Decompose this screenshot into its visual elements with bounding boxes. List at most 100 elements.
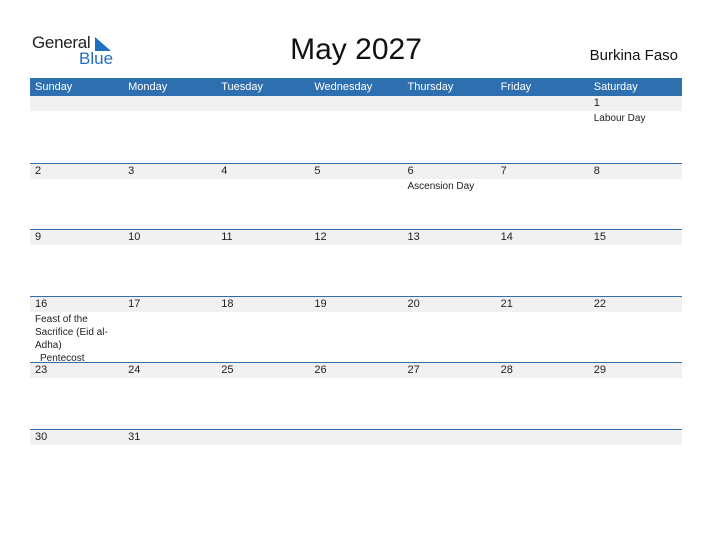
day-number bbox=[408, 430, 496, 445]
day-cell bbox=[589, 430, 682, 496]
day-number: 24 bbox=[128, 364, 141, 377]
day-number: 16 bbox=[35, 297, 48, 310]
day-cell: 13 bbox=[403, 230, 496, 296]
day-number: 4 bbox=[221, 164, 228, 177]
day-cell: 15 bbox=[589, 230, 682, 296]
week-row: 1 Labour Day bbox=[30, 96, 682, 163]
week-row: 16 Feast of the Sacrifice (Eid al-Adha) Pe… bbox=[30, 295, 682, 364]
day-number: 1 bbox=[593, 97, 600, 109]
day-cell: 25 bbox=[216, 363, 309, 429]
weekday-wednesday: Wednesday bbox=[314, 81, 373, 93]
day-cell: 26 bbox=[309, 363, 402, 429]
day-number: 30 bbox=[35, 430, 48, 443]
day-cell bbox=[216, 430, 309, 496]
day-cell: 30 bbox=[30, 430, 123, 496]
day-number bbox=[501, 96, 589, 111]
day-cell: 17 bbox=[123, 297, 216, 363]
day-number: 5 bbox=[314, 164, 321, 177]
day-cell: 19 bbox=[309, 297, 402, 363]
day-number: 20 bbox=[407, 297, 420, 310]
weekday-thursday: Thursday bbox=[407, 81, 454, 93]
day-cell: 2 bbox=[30, 164, 123, 230]
day-number bbox=[501, 430, 589, 445]
day-cell: 8 bbox=[589, 164, 682, 230]
day-number: 25 bbox=[221, 364, 234, 377]
day-number: 19 bbox=[314, 297, 327, 310]
day-number: 31 bbox=[128, 430, 141, 443]
day-cell bbox=[403, 430, 496, 496]
day-number: 12 bbox=[314, 231, 327, 244]
day-number: 8 bbox=[593, 164, 600, 177]
day-cell: 11 bbox=[216, 230, 309, 296]
day-cell: 5 bbox=[309, 164, 402, 230]
day-number bbox=[221, 430, 309, 445]
day-cell: 9 bbox=[30, 230, 123, 296]
day-cell bbox=[216, 96, 309, 163]
day-cell: 10 bbox=[123, 230, 216, 296]
day-cell bbox=[309, 430, 402, 496]
country-name: Burkina Faso bbox=[589, 47, 678, 64]
day-number: 14 bbox=[500, 231, 513, 244]
day-number: 7 bbox=[500, 164, 507, 177]
day-cell: 12 bbox=[309, 230, 402, 296]
day-number: 22 bbox=[593, 297, 606, 310]
day-cell: 24 bbox=[123, 363, 216, 429]
weekday-monday: Monday bbox=[128, 81, 168, 93]
week-row: 23 24 25 26 27 28 29 bbox=[30, 362, 682, 429]
holiday-label: Feast of the Sacrifice (Eid al-Adha) bbox=[35, 313, 108, 351]
day-number bbox=[594, 430, 682, 445]
day-cell: 14 bbox=[496, 230, 589, 296]
day-number: 21 bbox=[500, 297, 513, 310]
day-cell: 31 bbox=[123, 430, 216, 496]
week-row: 2 3 4 5 6 Ascension Day 7 8 bbox=[30, 162, 682, 230]
week-row: 9 10 11 12 13 14 15 bbox=[30, 229, 682, 296]
day-number: 27 bbox=[407, 364, 420, 377]
day-number: 28 bbox=[500, 364, 513, 377]
day-number bbox=[408, 96, 496, 111]
day-number: 6 bbox=[407, 164, 414, 177]
day-number: 15 bbox=[593, 231, 606, 244]
day-number: 26 bbox=[314, 364, 327, 377]
day-cell: 22 bbox=[589, 297, 682, 363]
holiday-label: Ascension Day bbox=[407, 180, 475, 192]
day-cell: 29 bbox=[589, 363, 682, 429]
day-cell bbox=[496, 96, 589, 163]
day-cell: 20 bbox=[403, 297, 496, 363]
day-number bbox=[221, 96, 309, 111]
day-number bbox=[314, 96, 402, 111]
day-cell: 27 bbox=[403, 363, 496, 429]
day-number bbox=[314, 430, 402, 445]
week-row: 30 31 bbox=[30, 428, 682, 496]
day-number: 17 bbox=[128, 297, 141, 310]
day-number: 13 bbox=[407, 231, 420, 244]
day-cell: 1 Labour Day bbox=[589, 96, 682, 163]
day-cell: 4 bbox=[216, 164, 309, 230]
holiday-label: Labour Day bbox=[593, 113, 646, 124]
day-cell bbox=[403, 96, 496, 163]
weekday-sunday: Sunday bbox=[35, 81, 73, 93]
day-cell: 21 bbox=[496, 297, 589, 363]
day-cell: 6 Ascension Day bbox=[403, 164, 496, 230]
day-number bbox=[128, 96, 216, 111]
weekday-tuesday: Tuesday bbox=[221, 81, 264, 93]
day-number: 23 bbox=[35, 364, 48, 377]
calendar-grid: Sunday Monday Tuesday Wednesday Thursday… bbox=[30, 78, 682, 496]
day-cell: 23 bbox=[30, 363, 123, 429]
day-number bbox=[35, 96, 123, 111]
day-number: 2 bbox=[35, 164, 42, 177]
weekday-saturday: Saturday bbox=[593, 81, 638, 93]
day-cell bbox=[30, 96, 123, 163]
day-cell bbox=[123, 96, 216, 163]
day-cell bbox=[496, 430, 589, 496]
day-number: 3 bbox=[128, 164, 135, 177]
day-number: 18 bbox=[221, 297, 234, 310]
day-cell: 18 bbox=[216, 297, 309, 363]
day-number: 10 bbox=[128, 231, 141, 244]
day-number: 9 bbox=[35, 231, 42, 244]
weekday-header: Sunday Monday Tuesday Wednesday Thursday… bbox=[30, 78, 682, 96]
weekday-friday: Friday bbox=[500, 81, 532, 93]
day-cell: 28 bbox=[496, 363, 589, 429]
day-cell: 7 bbox=[496, 164, 589, 230]
day-number: 11 bbox=[221, 231, 233, 244]
day-cell: 16 Feast of the Sacrifice (Eid al-Adha) Pe… bbox=[30, 297, 123, 364]
